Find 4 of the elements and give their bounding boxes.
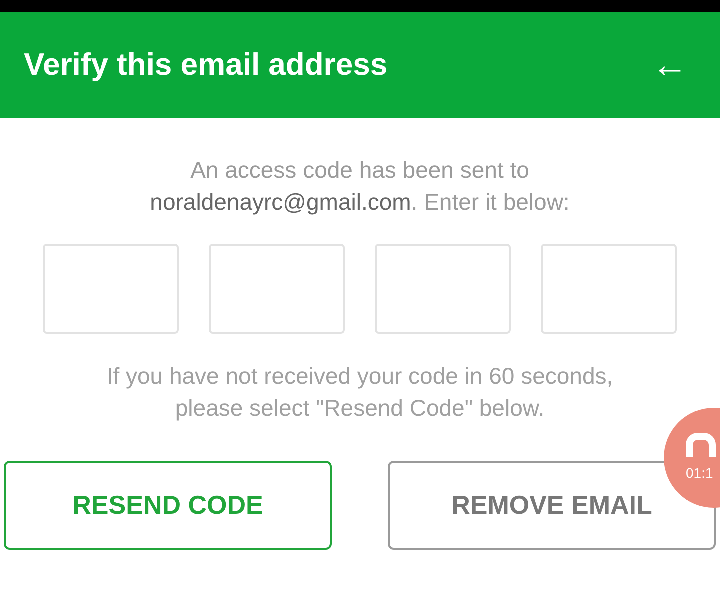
instruction-text: An access code has been sent to noraldenayrc@gmail.com. Enter it below: (149, 156, 571, 217)
recorder-time: 01:1 (686, 464, 714, 482)
screen-title: Verify this email address (24, 46, 388, 84)
hint-text: If you have not received your code in 60 seconds, please select "Resend Code" below. (106, 362, 614, 423)
